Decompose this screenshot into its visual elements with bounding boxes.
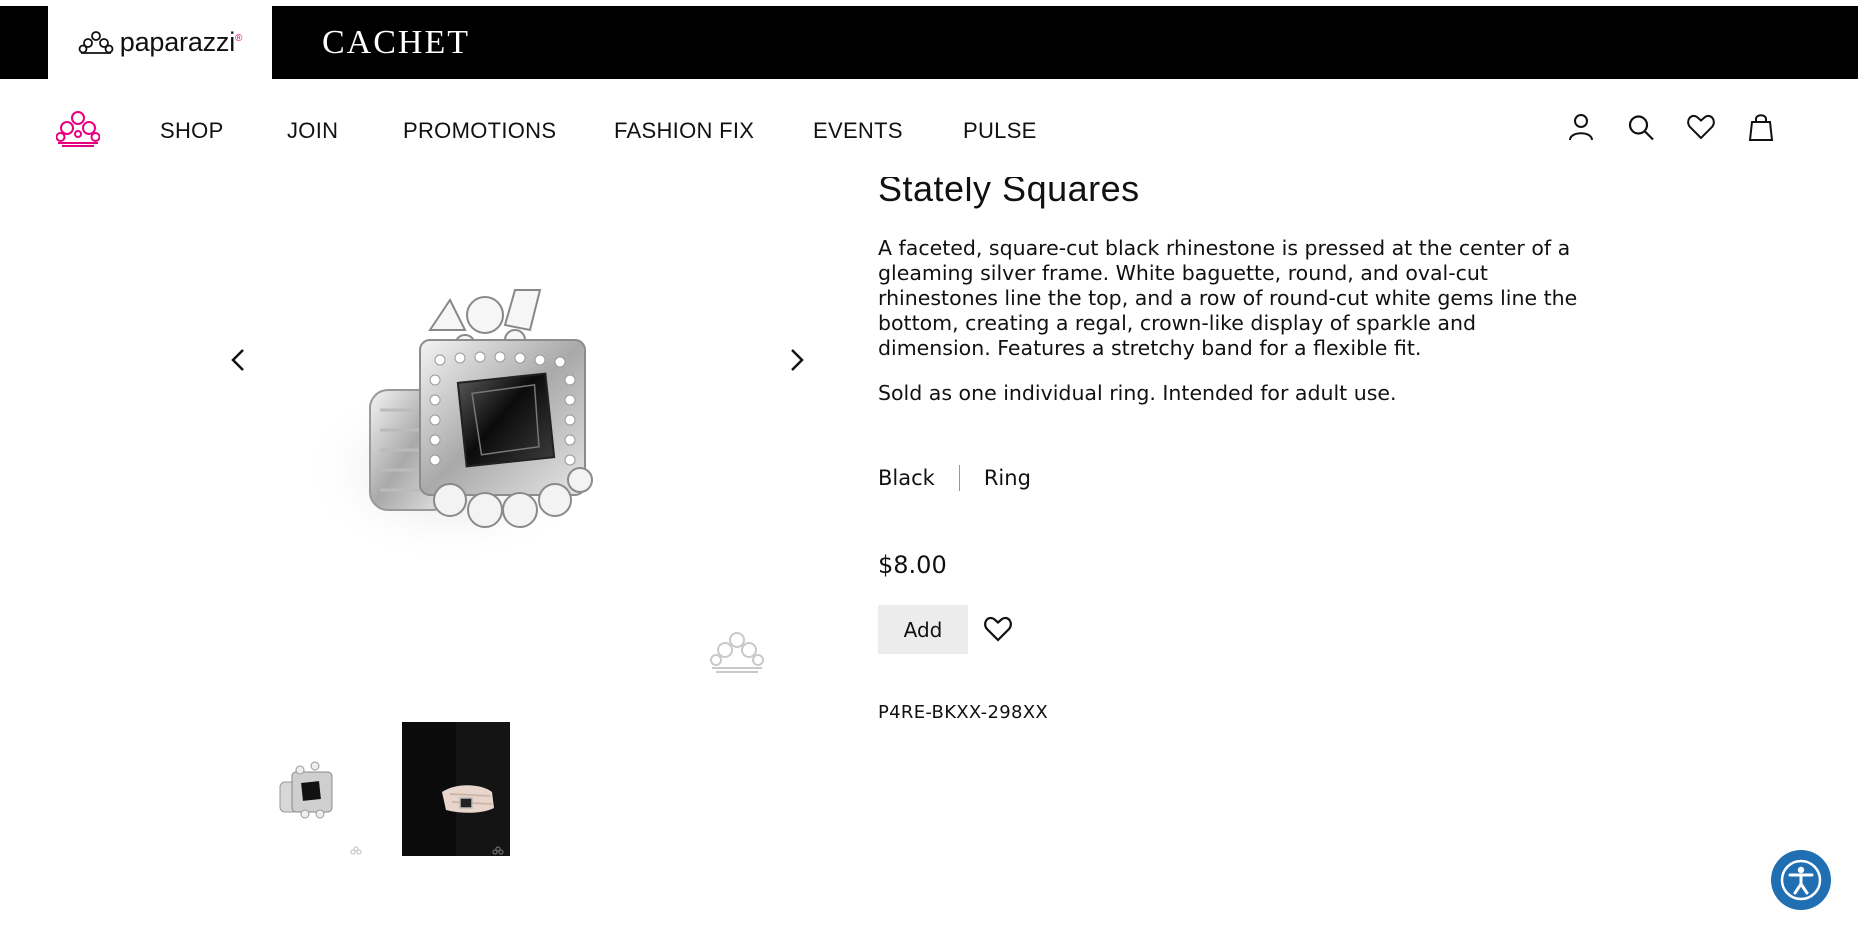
ring-thumbnail-image bbox=[260, 722, 368, 856]
paparazzi-brand-tab[interactable]: paparazzi® bbox=[48, 6, 272, 79]
search-icon[interactable] bbox=[1626, 112, 1656, 142]
accessibility-button[interactable] bbox=[1771, 850, 1831, 910]
add-to-bag-button[interactable]: Add bbox=[878, 605, 968, 654]
product-price: $8.00 bbox=[878, 551, 947, 579]
product-title: Stately Squares bbox=[878, 168, 1140, 209]
ring-on-hand-thumbnail[interactable] bbox=[402, 722, 510, 856]
bag-icon[interactable] bbox=[1746, 112, 1776, 142]
nav-events[interactable]: EVENTS bbox=[813, 118, 903, 144]
chevron-right-icon[interactable] bbox=[784, 346, 808, 374]
ring-on-hand-image bbox=[402, 722, 510, 856]
ring-image bbox=[300, 289, 764, 673]
ring-thumbnail[interactable] bbox=[260, 722, 368, 856]
nav-shop[interactable]: SHOP bbox=[160, 118, 224, 144]
main-nav: SHOP JOIN PROMOTIONS FASHION FIX EVENTS … bbox=[0, 100, 1858, 164]
crown-watermark-icon bbox=[710, 632, 764, 673]
crown-logo-icon bbox=[78, 30, 114, 54]
cachet-wordmark: CACHET bbox=[322, 23, 470, 61]
accessibility-icon bbox=[1780, 859, 1822, 901]
nav-fashion-fix[interactable]: FASHION FIX bbox=[614, 118, 754, 144]
product-sku: P4RE-BKXX-298XX bbox=[878, 702, 1048, 723]
product-note: Sold as one individual ring. Intended fo… bbox=[878, 381, 1397, 405]
product-attributes: Black Ring bbox=[878, 465, 1031, 491]
account-icon[interactable] bbox=[1566, 112, 1596, 142]
nav-pulse[interactable]: PULSE bbox=[963, 118, 1037, 144]
heart-icon[interactable] bbox=[1686, 112, 1716, 142]
chevron-left-icon[interactable] bbox=[227, 346, 251, 374]
brand-bar: paparazzi® CACHET bbox=[0, 6, 1858, 79]
attribute-divider bbox=[958, 465, 960, 491]
paparazzi-wordmark: paparazzi® bbox=[119, 27, 243, 57]
crown-logo-icon[interactable] bbox=[56, 110, 100, 148]
attribute-color[interactable]: Black bbox=[878, 466, 935, 490]
nav-join[interactable]: JOIN bbox=[287, 118, 338, 144]
attribute-category[interactable]: Ring bbox=[984, 466, 1031, 490]
product-description: A faceted, square-cut black rhinestone i… bbox=[878, 236, 1578, 360]
wishlist-heart-icon[interactable] bbox=[983, 615, 1013, 643]
product-main-image[interactable] bbox=[300, 230, 800, 700]
cachet-brand-tab[interactable]: CACHET bbox=[322, 6, 470, 79]
nav-promotions[interactable]: PROMOTIONS bbox=[403, 118, 556, 144]
